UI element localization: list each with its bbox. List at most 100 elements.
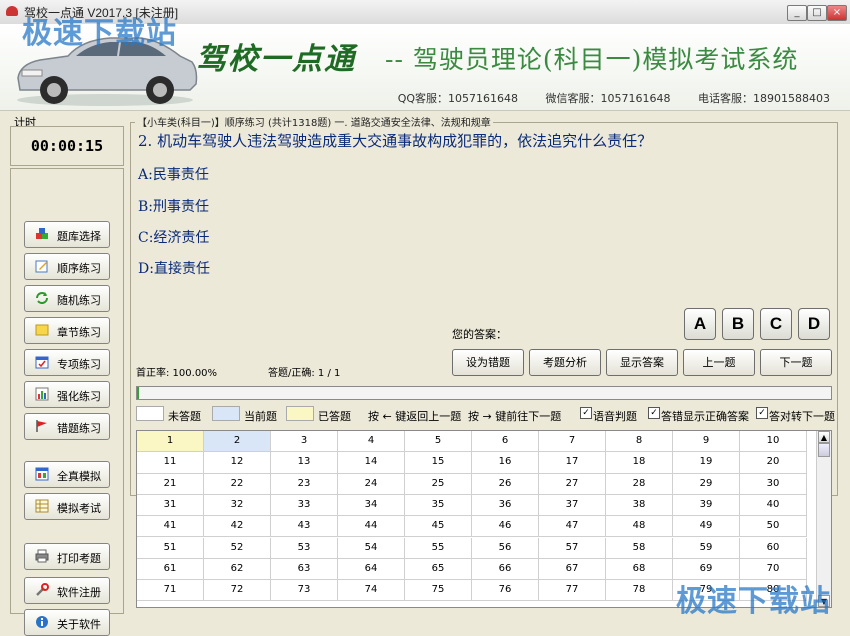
question-number-cell[interactable]: 48	[606, 516, 673, 538]
option-b[interactable]: B:刑事责任	[138, 196, 209, 216]
option-c[interactable]: C:经济责任	[138, 227, 209, 247]
question-number-cell[interactable]: 12	[204, 452, 271, 474]
voice-judge-checkbox[interactable]: ✓	[580, 407, 592, 419]
nav-special-practice-button[interactable]: 专项练习	[24, 349, 110, 376]
question-number-cell[interactable]: 11	[137, 452, 204, 474]
question-number-cell[interactable]: 2	[204, 431, 271, 453]
question-number-cell[interactable]: 9	[673, 431, 740, 453]
question-number-cell[interactable]: 27	[539, 473, 606, 495]
question-number-cell[interactable]: 61	[137, 558, 204, 581]
question-number-cell[interactable]: 32	[204, 494, 271, 517]
question-number-cell[interactable]: 67	[539, 558, 606, 581]
question-number-cell[interactable]: 43	[271, 516, 338, 538]
question-number-cell[interactable]: 74	[338, 580, 405, 602]
question-number-cell[interactable]: 8	[606, 431, 673, 453]
question-number-cell[interactable]: 50	[740, 516, 807, 538]
question-number-cell[interactable]: 57	[539, 537, 606, 559]
nav-intensive-practice-button[interactable]: 强化练习	[24, 381, 110, 408]
question-number-cell[interactable]: 33	[271, 494, 338, 517]
option-a[interactable]: A:民事责任	[138, 164, 209, 184]
question-number-cell[interactable]: 56	[472, 537, 539, 559]
question-number-cell[interactable]: 62	[204, 558, 271, 581]
question-number-cell[interactable]: 73	[271, 580, 338, 602]
question-number-cell[interactable]: 45	[405, 516, 472, 538]
nav-wrong-questions-button[interactable]: 错题练习	[24, 413, 110, 440]
question-number-cell[interactable]: 64	[338, 558, 405, 581]
question-number-cell[interactable]: 53	[271, 537, 338, 559]
question-number-cell[interactable]: 3	[271, 431, 338, 453]
question-number-cell[interactable]: 22	[204, 473, 271, 495]
question-number-cell[interactable]: 1	[137, 431, 204, 453]
nav-sequential-practice-button[interactable]: 顺序练习	[24, 253, 110, 280]
question-number-cell[interactable]: 58	[606, 537, 673, 559]
question-number-cell[interactable]: 42	[204, 516, 271, 538]
question-number-cell[interactable]: 10	[740, 431, 807, 453]
question-number-cell[interactable]: 5	[405, 431, 472, 453]
question-number-cell[interactable]: 76	[472, 580, 539, 602]
auto-next-checkbox[interactable]: ✓	[756, 407, 768, 419]
question-number-cell[interactable]: 14	[338, 452, 405, 474]
scroll-thumb[interactable]	[818, 443, 830, 457]
question-number-cell[interactable]: 16	[472, 452, 539, 474]
question-number-cell[interactable]: 31	[137, 494, 204, 517]
question-number-cell[interactable]: 6	[472, 431, 539, 453]
question-number-cell[interactable]: 77	[539, 580, 606, 602]
next-question-button[interactable]: 下一题	[760, 349, 832, 376]
question-number-cell[interactable]: 7	[539, 431, 606, 453]
question-number-cell[interactable]: 68	[606, 558, 673, 581]
answer-c-button[interactable]: C	[760, 308, 792, 340]
question-number-cell[interactable]: 65	[405, 558, 472, 581]
question-number-cell[interactable]: 23	[271, 473, 338, 495]
show-answer-button[interactable]: 显示答案	[606, 349, 678, 376]
nav-register-software-button[interactable]: 软件注册	[24, 577, 110, 604]
question-number-cell[interactable]: 39	[673, 494, 740, 517]
question-number-cell[interactable]: 37	[539, 494, 606, 517]
question-number-cell[interactable]: 78	[606, 580, 673, 602]
question-number-cell[interactable]: 63	[271, 558, 338, 581]
answer-d-button[interactable]: D	[798, 308, 830, 340]
minimize-button[interactable]: _	[787, 5, 807, 21]
question-number-cell[interactable]: 34	[338, 494, 405, 517]
nav-question-bank-button[interactable]: 题库选择	[24, 221, 110, 248]
answer-a-button[interactable]: A	[684, 308, 716, 340]
nav-chapter-practice-button[interactable]: 章节练习	[24, 317, 110, 344]
question-number-cell[interactable]: 19	[673, 452, 740, 474]
nav-print-questions-button[interactable]: 打印考题	[24, 543, 110, 570]
question-number-cell[interactable]: 52	[204, 537, 271, 559]
scroll-up-arrow[interactable]: ▲	[818, 431, 830, 443]
question-number-cell[interactable]: 18	[606, 452, 673, 474]
question-number-cell[interactable]: 51	[137, 537, 204, 559]
nav-mock-exam-button[interactable]: 模拟考试	[24, 493, 110, 520]
question-number-cell[interactable]: 71	[137, 580, 204, 602]
question-number-cell[interactable]: 26	[472, 473, 539, 495]
question-number-cell[interactable]: 40	[740, 494, 807, 517]
question-number-cell[interactable]: 36	[472, 494, 539, 517]
question-number-cell[interactable]: 25	[405, 473, 472, 495]
option-d[interactable]: D:直接责任	[138, 258, 210, 278]
question-analysis-button[interactable]: 考题分析	[529, 349, 601, 376]
question-number-cell[interactable]: 49	[673, 516, 740, 538]
question-number-cell[interactable]: 38	[606, 494, 673, 517]
question-number-cell[interactable]: 60	[740, 537, 807, 559]
maximize-button[interactable]: □	[807, 5, 827, 21]
question-number-cell[interactable]: 13	[271, 452, 338, 474]
question-number-cell[interactable]: 15	[405, 452, 472, 474]
nav-random-practice-button[interactable]: 随机练习	[24, 285, 110, 312]
mark-wrong-button[interactable]: 设为错题	[452, 349, 524, 376]
question-number-cell[interactable]: 54	[338, 537, 405, 559]
nav-full-simulation-button[interactable]: 全真模拟	[24, 461, 110, 488]
question-number-cell[interactable]: 20	[740, 452, 807, 474]
question-number-cell[interactable]: 35	[405, 494, 472, 517]
question-number-cell[interactable]: 72	[204, 580, 271, 602]
question-number-cell[interactable]: 46	[472, 516, 539, 538]
question-number-cell[interactable]: 4	[338, 431, 405, 453]
question-number-cell[interactable]: 17	[539, 452, 606, 474]
question-number-cell[interactable]: 30	[740, 473, 807, 495]
question-number-cell[interactable]: 24	[338, 473, 405, 495]
question-number-cell[interactable]: 41	[137, 516, 204, 538]
question-number-cell[interactable]: 28	[606, 473, 673, 495]
question-number-cell[interactable]: 44	[338, 516, 405, 538]
answer-b-button[interactable]: B	[722, 308, 754, 340]
show-correct-checkbox[interactable]: ✓	[648, 407, 660, 419]
question-number-cell[interactable]: 29	[673, 473, 740, 495]
